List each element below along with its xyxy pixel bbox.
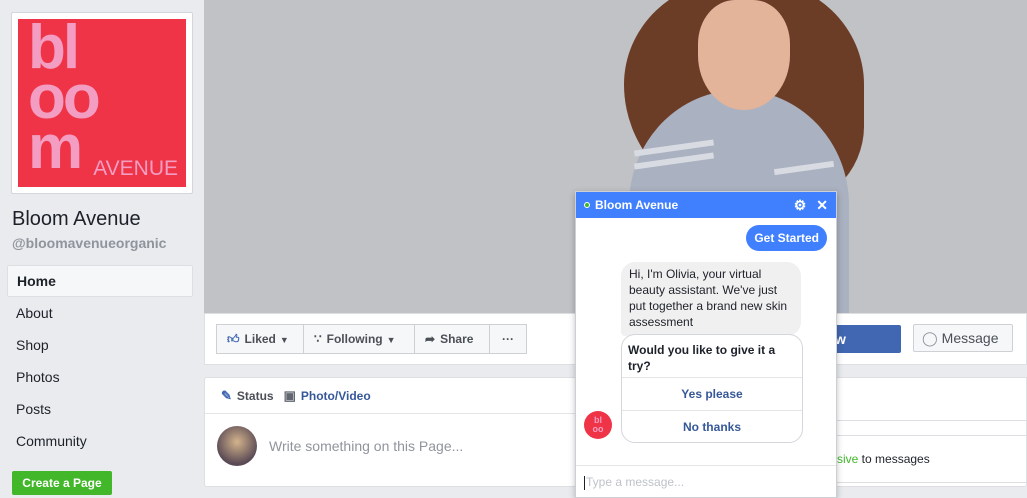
tab-photo-video[interactable]: ▣ Photo/Video: [284, 388, 371, 404]
cover-face: [698, 0, 790, 110]
create-page-button[interactable]: Create a Page: [12, 471, 112, 495]
chat-header[interactable]: Bloom Avenue ⚙ ✕: [576, 192, 836, 218]
share-arrow-icon: ➦: [425, 332, 436, 346]
responsive-text: sive: [837, 452, 859, 466]
close-icon[interactable]: ✕: [816, 197, 828, 214]
chat-title[interactable]: Bloom Avenue: [595, 198, 784, 212]
message-button[interactable]: ◯ Message: [913, 324, 1013, 352]
share-label: Share: [440, 332, 474, 346]
rss-icon: ∵: [314, 332, 322, 346]
bloom-avenue-logo: bl oo m AVENUE: [18, 19, 186, 187]
photo-video-label: Photo/Video: [300, 388, 371, 403]
composer-input[interactable]: Write something on this Page...: [269, 438, 463, 454]
yes-please-button[interactable]: Yes please: [622, 378, 802, 411]
quick-reply-card: Would you like to give it a try? Yes ple…: [621, 334, 803, 443]
share-button[interactable]: ➦ Share: [414, 324, 490, 354]
text-cursor: [584, 475, 585, 490]
more-icon: ···: [502, 332, 514, 346]
chevron-down-icon: ▼: [386, 335, 396, 345]
avatar: [217, 426, 257, 466]
get-started-message: Get Started: [746, 225, 827, 251]
chevron-down-icon: ▼: [279, 335, 289, 345]
message-label: Message: [941, 330, 999, 346]
tab-status[interactable]: ✎ Status: [221, 388, 274, 404]
page-nav: Home About Shop Photos Posts Community: [7, 265, 193, 457]
chat-message-input[interactable]: Type a message...: [576, 465, 836, 497]
gear-icon[interactable]: ⚙: [794, 197, 807, 214]
to-messages-text: to messages: [858, 452, 930, 466]
profile-picture[interactable]: bl oo m AVENUE: [11, 12, 193, 194]
messenger-chat-window: Bloom Avenue ⚙ ✕ Get Started Hi, I'm Oli…: [575, 191, 837, 498]
nav-item-home[interactable]: Home: [7, 265, 193, 297]
page-handle[interactable]: @bloomavenueorganic: [12, 235, 166, 251]
liked-label: Liked: [244, 332, 276, 346]
no-thanks-button[interactable]: No thanks: [622, 411, 802, 442]
logo-line-3: m: [28, 113, 83, 182]
nav-item-community[interactable]: Community: [7, 425, 193, 457]
following-label: Following: [326, 332, 383, 346]
side-card: [828, 377, 1027, 421]
nav-item-photos[interactable]: Photos: [7, 361, 193, 393]
responsiveness-card: sive to messages: [828, 435, 1027, 483]
camera-icon: ▣: [283, 387, 296, 403]
more-options-button[interactable]: ···: [489, 324, 527, 354]
bot-message-bubble: Hi, I'm Olivia, your virtual beauty assi…: [621, 262, 801, 336]
page-title[interactable]: Bloom Avenue: [12, 208, 141, 231]
messenger-icon: ◯: [922, 330, 938, 346]
pencil-icon: ✎: [221, 387, 232, 403]
status-label: Status: [236, 388, 274, 403]
nav-item-about[interactable]: About: [7, 297, 193, 329]
nav-item-shop[interactable]: Shop: [7, 329, 193, 361]
liked-button[interactable]: 👍︎ Liked ▼: [216, 324, 304, 354]
logo-avenue-text: AVENUE: [93, 157, 178, 180]
quick-reply-question: Would you like to give it a try?: [622, 335, 802, 378]
thumbs-up-icon: 👍︎: [227, 332, 240, 346]
chat-input-placeholder: Type a message...: [586, 475, 685, 489]
following-button[interactable]: ∵ Following ▼: [303, 324, 415, 354]
nav-item-posts[interactable]: Posts: [7, 393, 193, 425]
bot-avatar: bl oo: [584, 411, 612, 439]
bot-avatar-logo-line-2: oo: [592, 424, 604, 434]
online-status-icon: [584, 202, 590, 208]
